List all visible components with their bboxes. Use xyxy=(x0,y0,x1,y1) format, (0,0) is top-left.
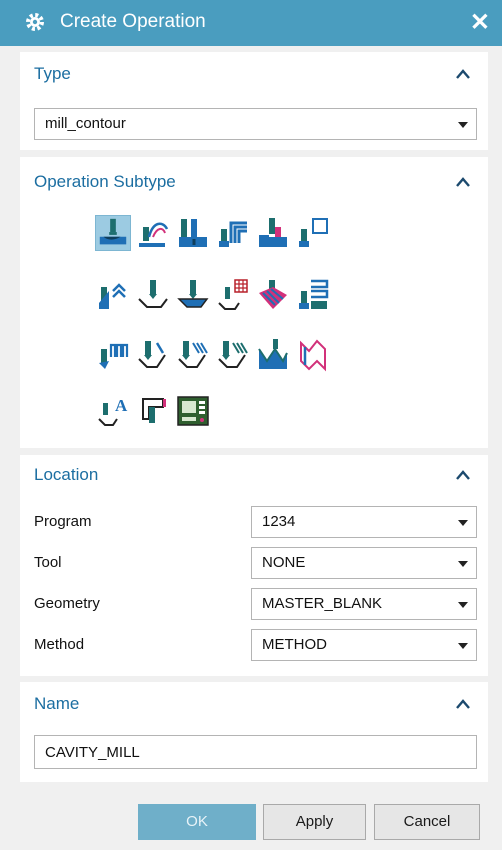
cancel-button[interactable]: Cancel xyxy=(374,804,480,840)
contour-area-dir-steep-icon[interactable] xyxy=(95,337,131,373)
name-section-title[interactable]: Name xyxy=(34,694,79,714)
subtype-section-title[interactable]: Operation Subtype xyxy=(34,172,176,192)
dropdown-arrow-icon xyxy=(458,643,468,649)
type-select[interactable]: mill_contour xyxy=(34,108,477,140)
contour-text-icon[interactable]: A xyxy=(95,393,131,429)
type-panel: Type mill_contour xyxy=(20,52,488,150)
location-section-title[interactable]: Location xyxy=(34,465,98,485)
flowcut-single-icon[interactable] xyxy=(135,337,171,373)
method-select-value: METHOD xyxy=(262,636,327,653)
geometry-label: Geometry xyxy=(34,595,100,612)
program-label: Program xyxy=(34,513,92,530)
plunge-milling-icon[interactable] xyxy=(175,215,211,251)
solid-profile-3d-icon[interactable] xyxy=(255,337,291,373)
type-section-title[interactable]: Type xyxy=(34,64,71,84)
title-bar[interactable]: Create Operation ✕ xyxy=(0,0,502,46)
flowcut-multiple-icon[interactable] xyxy=(175,337,211,373)
adaptive-milling-icon[interactable] xyxy=(135,215,171,251)
streamline-icon[interactable] xyxy=(255,277,291,313)
geometry-select[interactable]: MASTER_BLANK xyxy=(251,588,477,620)
location-panel: Location Program 1234 Tool NONE Geometry… xyxy=(20,455,488,676)
subtype-panel: Operation Subtype A xyxy=(20,157,488,448)
type-select-value: mill_contour xyxy=(45,115,126,132)
flowcut-ref-tool-icon[interactable] xyxy=(215,337,251,373)
rest-milling-icon[interactable] xyxy=(255,215,291,251)
gear-icon xyxy=(26,13,44,31)
name-input[interactable]: CAVITY_MILL xyxy=(34,735,477,769)
dropdown-arrow-icon xyxy=(458,602,468,608)
tool-label: Tool xyxy=(34,554,62,571)
collapse-chevron-icon[interactable] xyxy=(456,177,470,187)
method-label: Method xyxy=(34,636,85,653)
contour-area-non-steep-icon[interactable] xyxy=(295,277,331,313)
tool-select[interactable]: NONE xyxy=(251,547,477,579)
program-select-value: 1234 xyxy=(262,513,296,530)
dropdown-arrow-icon xyxy=(458,122,468,128)
corner-rough-icon[interactable] xyxy=(215,215,251,251)
window-title: Create Operation xyxy=(60,11,206,32)
svg-text:A: A xyxy=(115,396,128,415)
contour-area-icon[interactable] xyxy=(175,277,211,313)
ok-button[interactable]: OK xyxy=(138,804,256,840)
cavity-mill-icon[interactable] xyxy=(95,215,131,251)
tool-select-value: NONE xyxy=(262,554,306,571)
collapse-chevron-icon[interactable] xyxy=(456,470,470,480)
dropdown-arrow-icon xyxy=(458,520,468,526)
method-select[interactable]: METHOD xyxy=(251,629,477,661)
geometry-select-value: MASTER_BLANK xyxy=(262,595,383,612)
name-panel: Name CAVITY_MILL xyxy=(20,682,488,782)
close-button[interactable]: ✕ xyxy=(470,8,490,37)
contour-surface-area-icon[interactable] xyxy=(215,277,251,313)
name-input-value: CAVITY_MILL xyxy=(45,744,140,761)
mill-control-icon[interactable] xyxy=(175,393,211,429)
program-select[interactable]: 1234 xyxy=(251,506,477,538)
zlevel-corner-icon[interactable] xyxy=(95,277,131,313)
contour-profile-icon[interactable] xyxy=(295,337,331,373)
collapse-chevron-icon[interactable] xyxy=(456,69,470,79)
zlevel-profile-icon[interactable] xyxy=(295,215,331,251)
dropdown-arrow-icon xyxy=(458,561,468,567)
fixed-contour-icon[interactable] xyxy=(135,277,171,313)
collapse-chevron-icon[interactable] xyxy=(456,699,470,709)
apply-button[interactable]: Apply xyxy=(263,804,366,840)
mill-user-icon[interactable] xyxy=(135,393,171,429)
